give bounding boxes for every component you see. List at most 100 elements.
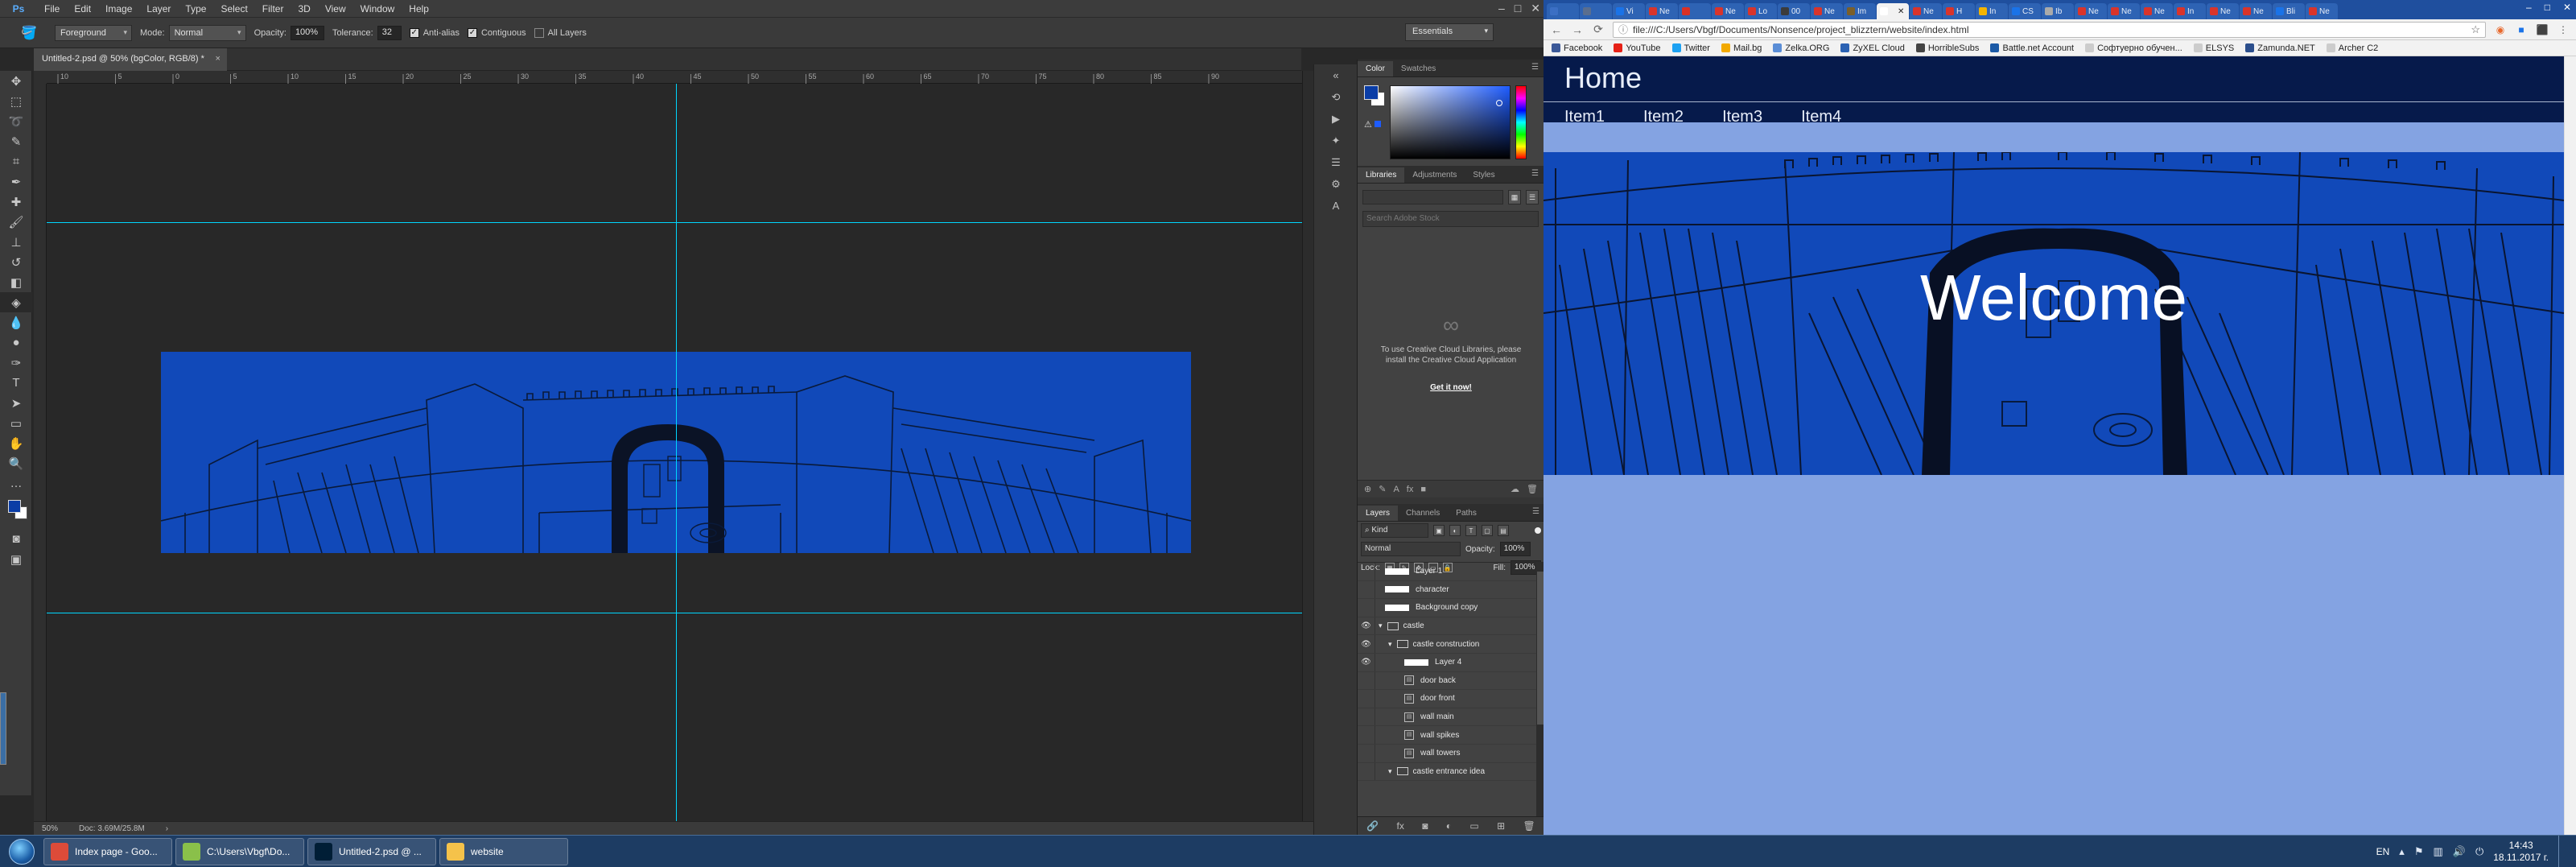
bookmark-item[interactable]: ZyXEL Cloud	[1840, 43, 1905, 53]
dodge-tool-icon[interactable]: ●	[0, 332, 32, 353]
paint-bucket-icon[interactable]: 🪣	[11, 23, 47, 43]
screen-mode-icon[interactable]: ▣	[0, 549, 32, 569]
layer-kind-select[interactable]: ⌕ Kind	[1361, 523, 1428, 538]
panel-menu-icon[interactable]: ☰	[1531, 63, 1539, 72]
all-layers-checkbox[interactable]: All Layers	[534, 27, 587, 38]
shape-tool-icon[interactable]: ▭	[0, 413, 32, 433]
mode-select[interactable]: Normal	[168, 24, 246, 41]
document-tab[interactable]: Untitled-2.psd @ 50% (bgColor, RGB/8) * …	[34, 48, 227, 71]
healing-tool-icon[interactable]: ✚	[0, 192, 32, 212]
layer-row[interactable]: ▤ door back	[1358, 671, 1544, 691]
brush-presets-icon[interactable]: ✦	[1314, 130, 1358, 151]
browser-tab[interactable]: Im	[1844, 3, 1876, 19]
eye-icon[interactable]: 👁	[1358, 617, 1375, 635]
color-swatches[interactable]	[0, 493, 32, 529]
canvas-scrollbar[interactable]	[1302, 71, 1313, 821]
browser-tab[interactable]: Ne	[2240, 3, 2272, 19]
add-brush-icon[interactable]: ✎	[1379, 484, 1386, 494]
browser-tab[interactable]: Ib	[2042, 3, 2074, 19]
extension-icon[interactable]: ■	[2515, 23, 2528, 36]
brush-tool-icon[interactable]: 🖌	[0, 212, 32, 232]
flag-icon[interactable]: ⚑	[2414, 845, 2424, 858]
actions-icon[interactable]: ▶	[1314, 108, 1358, 130]
fill-source-select[interactable]: Foreground	[55, 24, 132, 41]
menu-view[interactable]: View	[318, 3, 353, 14]
bookmark-item[interactable]: ELSYS	[2193, 43, 2234, 53]
menu-3d[interactable]: 3D	[291, 3, 317, 14]
tolerance-input[interactable]: 32	[377, 25, 402, 40]
grid-view-icon[interactable]: ▦	[1508, 190, 1521, 204]
menu-select[interactable]: Select	[213, 3, 254, 14]
lasso-tool-icon[interactable]: ➰	[0, 111, 32, 131]
collapse-icon[interactable]: «	[1314, 64, 1358, 86]
filter-type-icon[interactable]: T	[1465, 525, 1477, 536]
eye-hidden-icon[interactable]	[1358, 563, 1375, 580]
close-icon[interactable]: ✕	[1531, 2, 1540, 15]
type-tool-icon[interactable]: T	[0, 373, 32, 393]
browser-tab[interactable]: Ne	[2108, 3, 2140, 19]
start-button[interactable]	[0, 836, 43, 867]
back-icon[interactable]: ←	[1550, 23, 1563, 36]
layer-row[interactable]: 👁 Layer 4	[1358, 653, 1544, 672]
eye-hidden-icon[interactable]	[1358, 762, 1375, 781]
paint-bucket-tool-icon[interactable]: ◈	[0, 292, 32, 312]
layer-row[interactable]: Background copy	[1358, 599, 1544, 617]
filter-adjustment-icon[interactable]: ◐	[1449, 525, 1461, 536]
eye-hidden-icon[interactable]	[1358, 580, 1375, 599]
layer-opacity-input[interactable]: 100%	[1499, 542, 1531, 556]
browser-tab[interactable]: Ne	[2207, 3, 2239, 19]
browser-tab[interactable]: Ne	[1712, 3, 1744, 19]
trash-icon[interactable]: 🗑	[1527, 484, 1538, 494]
menu-window[interactable]: Window	[353, 3, 402, 14]
quick-mask-icon[interactable]: ◙	[0, 529, 32, 549]
canvas-area[interactable]	[47, 84, 1302, 821]
eye-icon[interactable]: 👁	[1358, 653, 1375, 671]
link-layers-icon[interactable]: 🔗	[1366, 820, 1379, 832]
properties-icon[interactable]: ☰	[1314, 151, 1358, 173]
browser-tab[interactable]: Vi	[1613, 3, 1645, 19]
close-icon[interactable]: ✕	[2563, 2, 2571, 13]
tab-adjustments[interactable]: Adjustments	[1404, 167, 1465, 183]
nav-item-item1[interactable]: Item1	[1564, 108, 1605, 126]
anti-alias-checkbox[interactable]: ✓ Anti-alias	[409, 27, 460, 38]
eye-hidden-icon[interactable]	[1358, 690, 1375, 708]
zoom-tool-icon[interactable]: 🔍	[0, 453, 32, 473]
browser-tab[interactable]: In	[1976, 3, 2008, 19]
browser-tab[interactable]: Ne	[1646, 3, 1678, 19]
more-tools-icon[interactable]: …	[0, 473, 32, 493]
menu-type[interactable]: Type	[178, 3, 213, 14]
add-graphic-icon[interactable]: ⊕	[1364, 484, 1371, 494]
menu-image[interactable]: Image	[98, 3, 139, 14]
browser-tab[interactable]	[1580, 3, 1612, 19]
browser-tab[interactable]: Ne	[2075, 3, 2107, 19]
menu-edit[interactable]: Edit	[67, 3, 98, 14]
stamp-tool-icon[interactable]: ⊥	[0, 232, 32, 252]
layer-row[interactable]: ▤ door front	[1358, 690, 1544, 708]
filter-toggle-icon[interactable]	[1535, 527, 1541, 534]
zoom-level[interactable]: 50%	[42, 824, 58, 833]
browser-tab[interactable]: 00	[1778, 3, 1810, 19]
bookmark-item[interactable]: Facebook	[1552, 43, 1602, 53]
foreground-color-swatch[interactable]	[1364, 85, 1379, 100]
crop-tool-icon[interactable]: ⌗	[0, 151, 32, 171]
chevron-down-icon[interactable]: ▾	[1388, 767, 1392, 776]
eye-hidden-icon[interactable]	[1358, 726, 1375, 744]
tab-styles[interactable]: Styles	[1465, 167, 1502, 183]
page-scrollbar[interactable]	[2564, 56, 2576, 835]
new-layer-icon[interactable]: ⊞	[1497, 820, 1505, 832]
menu-icon[interactable]: ⋮	[2557, 23, 2570, 36]
show-hidden-icons-icon[interactable]: ▴	[2399, 845, 2405, 858]
eraser-tool-icon[interactable]: ◧	[0, 272, 32, 292]
layers-scrollbar-thumb[interactable]	[1537, 572, 1544, 725]
panel-menu-icon[interactable]: ☰	[1532, 507, 1539, 516]
layers-scrollbar[interactable]	[1536, 562, 1544, 816]
address-bar[interactable]: ⓘ file:///C:/Users/Vbgf/Documents/Nonsen…	[1613, 21, 2486, 38]
bookmark-item[interactable]: Софтуерно обучен...	[2085, 43, 2182, 53]
taskbar-button[interactable]: Index page - Goo...	[43, 837, 172, 865]
blend-mode-select[interactable]: Normal	[1361, 542, 1461, 556]
browser-tab[interactable]: Ne	[1811, 3, 1843, 19]
bookmark-item[interactable]: Zelka.ORG	[1773, 43, 1829, 53]
minimize-icon[interactable]: –	[1498, 2, 1505, 15]
close-tab-icon[interactable]: ✕	[1898, 7, 1904, 16]
filter-shape-icon[interactable]: ▢	[1482, 525, 1493, 536]
